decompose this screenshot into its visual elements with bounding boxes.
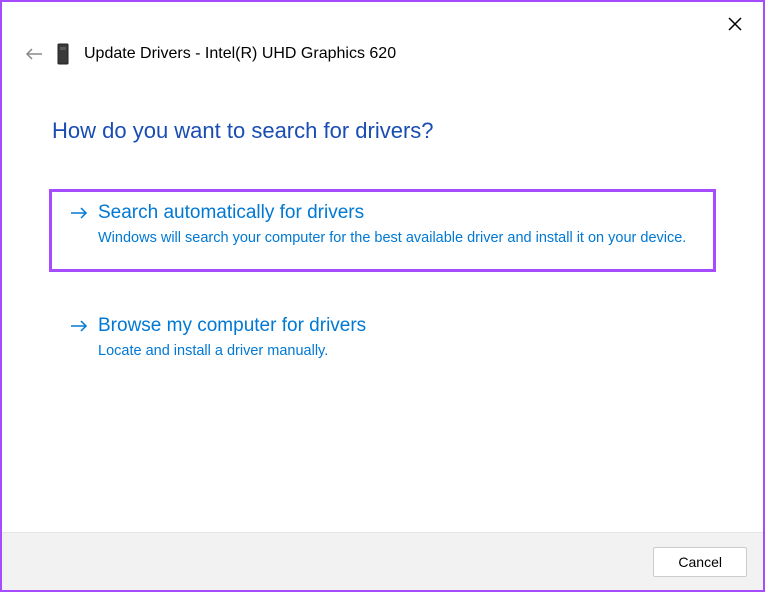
arrow-right-icon [70,206,88,220]
option-search-automatically[interactable]: Search automatically for drivers Windows… [52,192,713,269]
option-title: Browse my computer for drivers [98,315,695,337]
window-title: Update Drivers - Intel(R) UHD Graphics 6… [84,45,396,63]
back-button[interactable] [24,44,44,64]
option-description: Windows will search your computer for th… [98,228,695,249]
option-browse-computer[interactable]: Browse my computer for drivers Locate an… [52,305,713,382]
option-text: Browse my computer for drivers Locate an… [98,315,695,362]
option-description: Locate and install a driver manually. [98,341,695,362]
page-heading: How do you want to search for drivers? [52,118,713,144]
header: Update Drivers - Intel(R) UHD Graphics 6… [2,2,763,68]
option-text: Search automatically for drivers Windows… [98,202,695,249]
device-icon [54,40,72,68]
arrow-right-icon [70,319,88,333]
close-icon [728,17,742,31]
footer: Cancel [2,532,763,590]
content-area: How do you want to search for drivers? S… [2,68,763,382]
option-title: Search automatically for drivers [98,202,695,224]
arrow-left-icon [25,47,43,61]
close-button[interactable] [725,14,745,34]
cancel-button[interactable]: Cancel [653,547,747,577]
